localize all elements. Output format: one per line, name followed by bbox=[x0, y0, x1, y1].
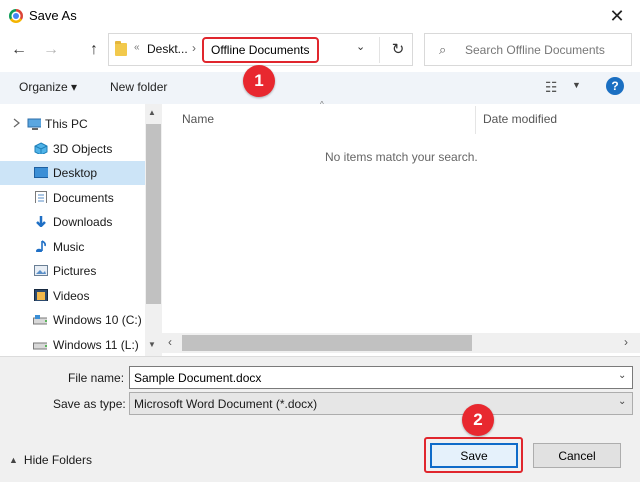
forward-arrow-icon[interactable]: → bbox=[40, 38, 62, 62]
sidebar-item-documents[interactable]: Documents bbox=[0, 186, 145, 210]
horizontal-scrollbar[interactable]: ‹ › bbox=[162, 333, 640, 353]
sidebar-item-windows-10[interactable]: Windows 10 (C:) bbox=[0, 308, 145, 332]
column-header-name[interactable]: Name bbox=[182, 112, 214, 126]
breadcrumb-current-folder[interactable]: Offline Documents bbox=[202, 37, 319, 63]
sidebar-item-pictures[interactable]: Pictures bbox=[0, 259, 145, 283]
close-button[interactable]: ✕ bbox=[594, 0, 640, 32]
organize-button[interactable]: Organize ▾ bbox=[19, 80, 77, 94]
hide-folders-label: Hide Folders bbox=[23, 453, 92, 467]
sidebar-scroll-thumb[interactable] bbox=[146, 124, 161, 304]
sidebar-item-videos[interactable]: Videos bbox=[0, 284, 145, 308]
help-icon[interactable]: ? bbox=[606, 77, 624, 95]
sidebar-item-desktop[interactable]: Desktop bbox=[0, 161, 145, 185]
new-folder-button[interactable]: New folder bbox=[110, 80, 167, 94]
breadcrumb-overflow[interactable]: « bbox=[134, 42, 140, 53]
desktop-icon bbox=[34, 167, 48, 178]
sidebar-item-label: Pictures bbox=[53, 264, 97, 278]
collapse-icon: ▲ bbox=[9, 455, 18, 465]
chevron-down-icon[interactable]: ⌄ bbox=[356, 40, 365, 53]
sidebar-item-label: Videos bbox=[53, 289, 90, 303]
download-icon bbox=[36, 216, 46, 227]
drive-icon bbox=[33, 342, 47, 350]
column-header-date-modified[interactable]: Date modified bbox=[483, 112, 557, 126]
chrome-icon bbox=[9, 9, 23, 23]
music-icon bbox=[36, 240, 46, 252]
cube-icon bbox=[34, 142, 48, 154]
scroll-down-icon[interactable]: ▼ bbox=[148, 340, 156, 349]
save-button[interactable]: Save bbox=[430, 443, 518, 468]
breadcrumb-separator-icon[interactable]: › bbox=[192, 41, 196, 55]
sidebar-item-label: This PC bbox=[45, 117, 88, 131]
sidebar-item-label: Documents bbox=[53, 191, 114, 205]
address-bar[interactable]: « Deskt... › Offline Documents ⌄ ↻ bbox=[108, 33, 413, 66]
annotation-badge-2: 2 bbox=[462, 404, 494, 436]
navigation-pane: This PC 3D Objects Desktop Documents Dow… bbox=[0, 104, 162, 356]
up-arrow-icon[interactable]: ↑ bbox=[83, 38, 105, 62]
save-form: File name: ⌄ Save as type: Microsoft Wor… bbox=[0, 356, 640, 482]
view-dropdown-icon[interactable]: ▼ bbox=[572, 80, 581, 90]
hide-folders-button[interactable]: ▲ Hide Folders bbox=[9, 453, 92, 467]
chevron-down-icon[interactable]: ⌄ bbox=[618, 370, 626, 381]
sidebar-item-label: 3D Objects bbox=[53, 142, 113, 156]
sidebar-item-3d-objects[interactable]: 3D Objects bbox=[0, 137, 145, 161]
chevron-down-icon[interactable]: ⌄ bbox=[618, 396, 626, 407]
column-divider[interactable] bbox=[475, 106, 476, 134]
sidebar-item-windows-11[interactable]: Windows 11 (L:) bbox=[0, 333, 145, 357]
refresh-icon[interactable]: ↻ bbox=[388, 39, 408, 59]
pictures-icon bbox=[34, 265, 48, 276]
sidebar-item-label: Music bbox=[53, 240, 85, 254]
documents-icon bbox=[35, 191, 47, 203]
cancel-button[interactable]: Cancel bbox=[533, 443, 621, 468]
search-placeholder: Search Offline Documents bbox=[465, 43, 605, 57]
scroll-right-icon[interactable]: › bbox=[624, 335, 628, 349]
file-list: ^ Name Date modified No items match your… bbox=[162, 100, 640, 356]
sidebar-item-label: Downloads bbox=[53, 215, 113, 229]
view-options-icon[interactable]: ☷ bbox=[545, 79, 558, 96]
save-type-label: Save as type: bbox=[53, 397, 126, 411]
expand-arrow-icon[interactable] bbox=[12, 118, 26, 130]
title-bar: Save As ✕ bbox=[0, 0, 640, 32]
drive-icon bbox=[33, 315, 47, 325]
folder-icon bbox=[115, 41, 127, 56]
empty-message: No items match your search. bbox=[325, 150, 478, 164]
horizontal-scroll-thumb[interactable] bbox=[182, 335, 472, 351]
scroll-left-icon[interactable]: ‹ bbox=[168, 335, 172, 349]
save-type-select[interactable]: Microsoft Word Document (*.docx) bbox=[129, 392, 633, 415]
scroll-up-icon[interactable]: ▲ bbox=[148, 108, 156, 117]
search-icon: ⌕ bbox=[439, 42, 447, 57]
sort-indicator-icon: ^ bbox=[320, 100, 324, 109]
filename-label: File name: bbox=[68, 371, 125, 385]
breadcrumb-desktop[interactable]: Deskt... bbox=[147, 42, 188, 56]
sidebar-item-this-pc[interactable]: This PC bbox=[0, 112, 145, 136]
window-title: Save As bbox=[29, 8, 77, 23]
annotation-badge-1: 1 bbox=[243, 65, 275, 97]
divider bbox=[379, 37, 380, 63]
sidebar-item-label: Desktop bbox=[53, 166, 98, 180]
sidebar-item-music[interactable]: Music bbox=[0, 235, 145, 259]
sidebar-item-label: Windows 11 (L:) bbox=[53, 338, 139, 352]
pc-icon bbox=[27, 118, 41, 130]
filename-field[interactable] bbox=[129, 366, 633, 389]
back-arrow-icon[interactable]: ← bbox=[8, 38, 30, 62]
sidebar-item-label: Windows 10 (C:) bbox=[53, 313, 142, 327]
videos-icon bbox=[34, 289, 48, 301]
search-input[interactable]: ⌕ Search Offline Documents bbox=[424, 33, 632, 66]
sidebar-item-downloads[interactable]: Downloads bbox=[0, 210, 145, 234]
